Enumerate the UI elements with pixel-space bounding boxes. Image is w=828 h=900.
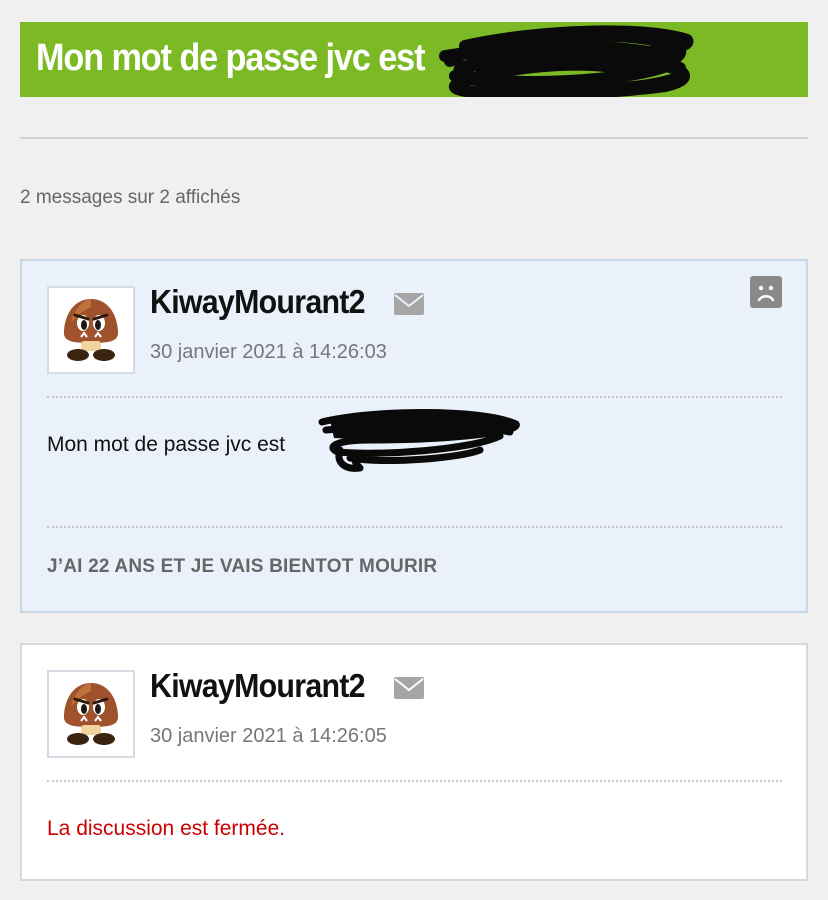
author-name[interactable]: KiwayMourant2 bbox=[150, 283, 366, 321]
message-post: KiwayMourant2 30 janvier 2021 à 14:26:03… bbox=[20, 259, 808, 613]
author-name[interactable]: KiwayMourant2 bbox=[150, 667, 366, 705]
report-icon[interactable] bbox=[750, 276, 782, 308]
redaction-scribble bbox=[439, 25, 694, 97]
message-count: 2 messages sur 2 affichés bbox=[20, 187, 241, 208]
divider bbox=[47, 526, 782, 528]
redaction-scribble bbox=[318, 409, 520, 472]
goomba-avatar[interactable] bbox=[47, 670, 135, 758]
message-post: KiwayMourant2 30 janvier 2021 à 14:26:05… bbox=[20, 643, 808, 881]
topic-title: Mon mot de passe jvc est bbox=[36, 37, 425, 79]
mail-icon[interactable] bbox=[394, 677, 424, 699]
topic-title-bar: Mon mot de passe jvc est bbox=[20, 22, 808, 97]
mail-icon[interactable] bbox=[394, 293, 424, 315]
post-date[interactable]: 30 janvier 2021 à 14:26:03 bbox=[150, 341, 387, 364]
goomba-avatar[interactable] bbox=[47, 286, 135, 374]
signature: J’AI 22 ANS ET JE VAIS BIENTOT MOURIR bbox=[47, 556, 438, 577]
separator bbox=[20, 137, 808, 139]
goomba-icon bbox=[63, 299, 119, 361]
goomba-icon bbox=[63, 683, 119, 745]
divider bbox=[47, 396, 782, 398]
post-date[interactable]: 30 janvier 2021 à 14:26:05 bbox=[150, 725, 387, 748]
message-body: Mon mot de passe jvc est bbox=[47, 433, 286, 456]
closed-notice: La discussion est fermée. bbox=[47, 817, 286, 840]
divider bbox=[47, 780, 782, 782]
